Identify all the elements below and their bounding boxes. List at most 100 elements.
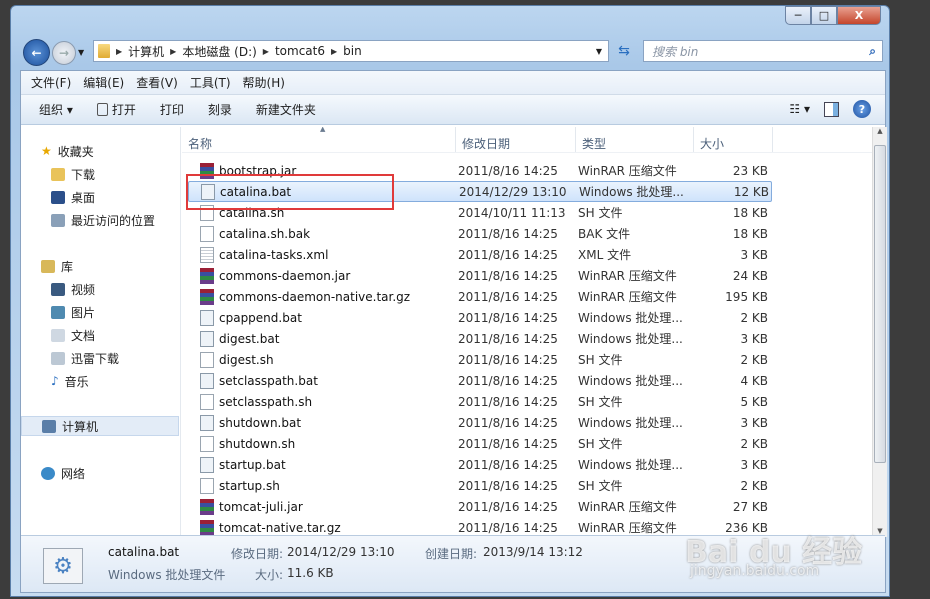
scrollbar-thumb[interactable] xyxy=(874,145,886,463)
sidebar-item-downloads[interactable]: 下载 xyxy=(51,164,95,184)
print-button[interactable]: 打印 xyxy=(160,101,184,118)
baidu-watermark-url: jingyan.baidu.com xyxy=(690,563,820,579)
close-button[interactable]: X xyxy=(837,6,881,25)
star-icon: ★ xyxy=(41,144,52,158)
breadcrumb-drive[interactable]: 本地磁盘 (D:) xyxy=(182,43,256,60)
bat-file-icon xyxy=(200,330,214,347)
menu-view[interactable]: 查看(V) xyxy=(136,74,178,91)
file-size: 2 KB xyxy=(740,352,768,367)
vertical-scrollbar[interactable]: ▲ ▼ xyxy=(872,127,887,537)
file-date: 2011/8/16 14:25 xyxy=(458,415,558,430)
file-type: Windows 批处理... xyxy=(578,374,683,388)
file-row[interactable]: setclasspath.sh 2011/8/16 14:25 SH 文件 5 … xyxy=(188,391,772,412)
menu-file[interactable]: 文件(F) xyxy=(31,74,71,91)
file-row[interactable]: catalina.sh.bak 2011/8/16 14:25 BAK 文件 1… xyxy=(188,223,772,244)
file-date: 2011/8/16 14:25 xyxy=(458,373,558,388)
file-type: SH 文件 xyxy=(578,206,623,220)
file-row[interactable]: digest.bat 2011/8/16 14:25 Windows 批处理..… xyxy=(188,328,772,349)
sidebar-item-videos[interactable]: 视频 xyxy=(51,279,95,299)
file-name-cell: tomcat-juli.jar xyxy=(188,498,458,515)
file-name: tomcat-native.tar.gz xyxy=(219,520,341,535)
sidebar-item-pictures[interactable]: 图片 xyxy=(51,302,95,322)
sidebar-libraries[interactable]: 库 xyxy=(41,256,73,276)
rar-file-icon xyxy=(200,288,214,305)
sidebar-network[interactable]: 网络 xyxy=(41,463,85,483)
scroll-down-button[interactable]: ▼ xyxy=(873,527,887,535)
status-filename: catalina.bat xyxy=(108,545,180,559)
file-row[interactable]: cpappend.bat 2011/8/16 14:25 Windows 批处理… xyxy=(188,307,772,328)
refresh-button[interactable]: ⇆ xyxy=(611,40,637,62)
file-row[interactable]: catalina-tasks.xml 2011/8/16 14:25 XML 文… xyxy=(188,244,772,265)
batch-file-large-icon: ⚙ xyxy=(43,548,83,584)
open-button[interactable]: 打开 xyxy=(96,101,136,118)
file-date: 2014/12/29 13:10 xyxy=(459,184,567,199)
file-date: 2011/8/16 14:25 xyxy=(458,163,558,178)
file-name-cell: shutdown.bat xyxy=(188,414,458,431)
breadcrumb-bin[interactable]: bin xyxy=(343,44,362,58)
back-button[interactable]: ← xyxy=(23,39,50,66)
file-name: setclasspath.bat xyxy=(219,373,318,388)
navigation-pane: ★ 收藏夹 下载 桌面 最近访问的位置 库 视频 图片 文档 迅雷下载 ♪ 音乐 计… xyxy=(21,127,181,537)
forward-button[interactable]: → xyxy=(52,40,76,65)
menu-help[interactable]: 帮助(H) xyxy=(243,74,285,91)
doc-file-icon xyxy=(200,477,214,494)
sidebar-item-recent[interactable]: 最近访问的位置 xyxy=(51,210,155,230)
burn-button[interactable]: 刻录 xyxy=(208,101,232,118)
minimize-button[interactable]: ─ xyxy=(785,6,811,25)
sidebar-favorites[interactable]: ★ 收藏夹 xyxy=(41,141,94,161)
file-name: shutdown.sh xyxy=(219,436,296,451)
sidebar-item-desktop[interactable]: 桌面 xyxy=(51,187,95,207)
menu-tools[interactable]: 工具(T) xyxy=(190,74,231,91)
preview-pane-button[interactable] xyxy=(824,101,839,117)
file-name: catalina.sh.bak xyxy=(219,226,311,241)
file-row[interactable]: tomcat-juli.jar 2011/8/16 14:25 WinRAR 压… xyxy=(188,496,772,517)
file-size: 12 KB xyxy=(733,184,769,199)
menu-edit[interactable]: 编辑(E) xyxy=(83,74,124,91)
column-type[interactable]: 类型 xyxy=(576,127,694,152)
breadcrumb-tomcat6[interactable]: tomcat6 xyxy=(275,44,325,58)
open-icon xyxy=(96,103,108,116)
file-type: Windows 批处理... xyxy=(579,185,684,199)
file-row[interactable]: setclasspath.bat 2011/8/16 14:25 Windows… xyxy=(188,370,772,391)
view-options-button[interactable]: ☷ ▾ xyxy=(789,102,810,116)
maximize-button[interactable]: □ xyxy=(811,6,837,25)
file-row[interactable]: startup.bat 2011/8/16 14:25 Windows 批处理.… xyxy=(188,454,772,475)
status-filetype: Windows 批处理文件 xyxy=(108,568,226,582)
file-name: tomcat-juli.jar xyxy=(219,499,303,514)
column-date[interactable]: 修改日期 xyxy=(456,127,576,152)
recent-pages-dropdown[interactable]: ▼ xyxy=(78,48,84,57)
column-size[interactable]: 大小 xyxy=(694,127,773,152)
sidebar-item-thunder-downloads[interactable]: 迅雷下载 xyxy=(51,348,119,368)
file-row[interactable]: commons-daemon-native.tar.gz 2011/8/16 1… xyxy=(188,286,772,307)
search-input[interactable]: 搜索 bin ⌕ xyxy=(643,40,883,62)
address-dropdown[interactable]: ▼ xyxy=(596,47,602,56)
file-type: WinRAR 压缩文件 xyxy=(578,521,677,535)
file-type: WinRAR 压缩文件 xyxy=(578,290,677,304)
file-row[interactable]: commons-daemon.jar 2011/8/16 14:25 WinRA… xyxy=(188,265,772,286)
file-type: SH 文件 xyxy=(578,437,623,451)
doc-file-icon xyxy=(200,351,214,368)
sidebar-item-music[interactable]: ♪ 音乐 xyxy=(51,371,89,391)
file-type: Windows 批处理... xyxy=(578,458,683,472)
search-icon: ⌕ xyxy=(869,43,876,58)
new-folder-button[interactable]: 新建文件夹 xyxy=(256,101,316,118)
file-name: startup.sh xyxy=(219,478,280,493)
file-row[interactable]: startup.sh 2011/8/16 14:25 SH 文件 2 KB xyxy=(188,475,772,496)
organize-button[interactable]: 组织 ▾ xyxy=(39,101,73,118)
address-bar[interactable]: ▶ 计算机 ▶ 本地磁盘 (D:) ▶ tomcat6 ▶ bin ▼ xyxy=(93,40,609,62)
created-label: 创建日期: xyxy=(425,547,478,561)
scroll-up-button[interactable]: ▲ xyxy=(873,127,887,135)
highlight-annotation xyxy=(186,174,394,210)
help-button[interactable]: ? xyxy=(853,100,871,118)
column-name[interactable]: 名称 xyxy=(182,127,456,152)
file-size: 27 KB xyxy=(732,499,768,514)
sidebar-computer[interactable]: 计算机 xyxy=(21,416,179,436)
explorer-window: ─ □ X ← → ▼ ▶ 计算机 ▶ 本地磁盘 (D:) ▶ tomcat6 ▶ bi… xyxy=(10,5,890,597)
file-row[interactable]: shutdown.sh 2011/8/16 14:25 SH 文件 2 KB xyxy=(188,433,772,454)
folder-icon xyxy=(98,44,110,58)
breadcrumb-computer[interactable]: 计算机 xyxy=(128,43,164,60)
file-name: shutdown.bat xyxy=(219,415,302,430)
file-row[interactable]: shutdown.bat 2011/8/16 14:25 Windows 批处理… xyxy=(188,412,772,433)
sidebar-item-documents[interactable]: 文档 xyxy=(51,325,95,345)
file-row[interactable]: digest.sh 2011/8/16 14:25 SH 文件 2 KB xyxy=(188,349,772,370)
